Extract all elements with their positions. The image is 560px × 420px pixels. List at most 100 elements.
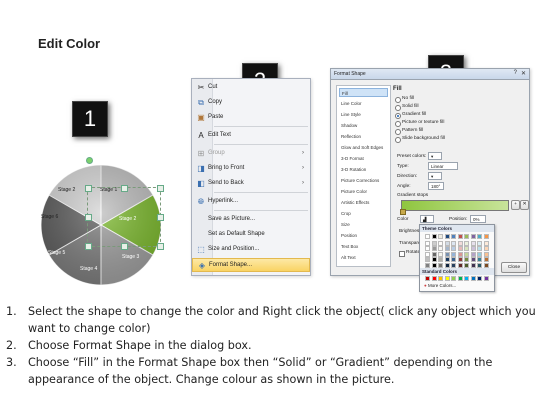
menu-item-hyperlink[interactable]: 🌐︎ Hyperlink... — [192, 195, 310, 209]
theme-color-swatch[interactable] — [425, 257, 430, 262]
resize-handle[interactable] — [121, 243, 128, 250]
theme-color-swatch[interactable] — [470, 257, 476, 262]
theme-color-swatch[interactable] — [470, 262, 476, 268]
menu-item-group[interactable]: ⊞ Group › — [192, 147, 310, 161]
type-dropdown[interactable]: Linear — [428, 162, 458, 170]
menu-item-bring-to-front[interactable]: ◨ Bring to Front › — [192, 162, 310, 176]
standard-color-swatch[interactable] — [483, 276, 489, 281]
resize-handle[interactable] — [85, 214, 92, 221]
category-line-style[interactable]: Line Style — [339, 110, 388, 119]
theme-color-swatch[interactable] — [464, 251, 469, 257]
theme-color-swatch[interactable] — [438, 257, 443, 262]
theme-color-swatch[interactable] — [470, 234, 476, 239]
standard-color-swatch[interactable] — [477, 276, 482, 281]
category-size[interactable]: Size — [339, 220, 388, 229]
standard-color-swatch[interactable] — [464, 276, 469, 281]
resize-handle[interactable] — [85, 243, 92, 250]
standard-color-swatch[interactable] — [470, 276, 476, 281]
radio-pattern-fill[interactable] — [395, 129, 401, 135]
rotate-checkbox[interactable] — [399, 251, 405, 257]
theme-color-swatch[interactable] — [444, 251, 450, 257]
theme-color-swatch[interactable] — [457, 262, 463, 268]
theme-color-swatch[interactable] — [444, 262, 450, 268]
standard-color-swatch[interactable] — [451, 276, 456, 281]
theme-color-swatch[interactable] — [483, 251, 489, 257]
theme-color-swatch[interactable] — [477, 251, 482, 257]
close-icon[interactable]: ✕ — [521, 70, 526, 77]
theme-color-swatch[interactable] — [457, 234, 463, 239]
theme-color-swatch[interactable] — [451, 257, 456, 262]
category-line-color[interactable]: Line Color — [339, 99, 388, 108]
theme-color-swatch[interactable] — [425, 234, 430, 239]
gradient-stop-handle[interactable] — [400, 209, 406, 215]
theme-color-swatch[interactable] — [464, 234, 469, 239]
theme-color-swatch[interactable] — [444, 234, 450, 239]
theme-color-swatch[interactable] — [444, 246, 450, 251]
category-text-box[interactable]: Text Box — [339, 242, 388, 251]
category-crop[interactable]: Crop — [339, 209, 388, 218]
preset-colors-dropdown[interactable]: ▾ — [428, 152, 442, 160]
add-stop-button[interactable]: + — [511, 200, 520, 210]
theme-color-swatch[interactable] — [477, 240, 482, 246]
theme-color-swatch[interactable] — [464, 257, 469, 262]
theme-color-swatch[interactable] — [477, 257, 482, 262]
theme-color-swatch[interactable] — [470, 246, 476, 251]
theme-color-swatch[interactable] — [477, 246, 482, 251]
theme-color-swatch[interactable] — [464, 262, 469, 268]
position-field[interactable]: 0% — [470, 215, 486, 223]
theme-color-swatch[interactable] — [425, 240, 430, 246]
gradient-stops-bar[interactable] — [401, 200, 509, 211]
theme-color-swatch[interactable] — [425, 246, 430, 251]
color-picker-button[interactable]: ▟ — [420, 215, 434, 223]
theme-color-swatch[interactable] — [431, 246, 437, 251]
category-alt-text[interactable]: Alt Text — [339, 253, 388, 262]
theme-color-swatch[interactable] — [457, 251, 463, 257]
resize-handle[interactable] — [157, 214, 164, 221]
theme-color-swatch[interactable] — [431, 234, 437, 239]
category-shadow[interactable]: Shadow — [339, 121, 388, 130]
theme-color-swatch[interactable] — [477, 262, 482, 268]
rotate-handle[interactable] — [86, 157, 93, 164]
theme-color-swatch[interactable] — [451, 246, 456, 251]
theme-color-swatch[interactable] — [483, 262, 489, 268]
pie-shape-area[interactable]: Stage 1 Stage 2 Stage 2 Stage 6 Stage 5 … — [38, 152, 168, 292]
category-picture-color[interactable]: Picture Color — [339, 187, 388, 196]
category-reflection[interactable]: Reflection — [339, 132, 388, 141]
radio-picture-or-texture-fill[interactable] — [395, 121, 401, 127]
theme-color-swatch[interactable] — [438, 251, 443, 257]
menu-item-format-shape[interactable]: ◈ Format Shape... — [192, 258, 310, 272]
theme-color-swatch[interactable] — [444, 257, 450, 262]
theme-color-swatch[interactable] — [438, 262, 443, 268]
radio-slide-background-fill[interactable] — [395, 137, 401, 143]
resize-handle[interactable] — [157, 185, 164, 192]
remove-stop-button[interactable]: ✕ — [520, 200, 529, 210]
standard-color-swatch[interactable] — [457, 276, 463, 281]
menu-item-size-position[interactable]: ⬚ Size and Position... — [192, 243, 310, 257]
theme-color-swatch[interactable] — [438, 240, 443, 246]
resize-handle[interactable] — [157, 243, 164, 250]
theme-color-swatch[interactable] — [483, 234, 489, 239]
standard-color-swatch[interactable] — [438, 276, 443, 281]
theme-color-swatch[interactable] — [477, 234, 482, 239]
theme-color-swatch[interactable] — [431, 251, 437, 257]
menu-item-set-default-shape[interactable]: Set as Default Shape — [192, 228, 310, 242]
theme-color-swatch[interactable] — [451, 240, 456, 246]
menu-item-paste[interactable]: ▣ Paste — [192, 111, 310, 125]
theme-color-swatch[interactable] — [444, 240, 450, 246]
theme-color-swatch[interactable] — [457, 257, 463, 262]
theme-color-swatch[interactable] — [451, 251, 456, 257]
category-3-d-rotation[interactable]: 3-D Rotation — [339, 165, 388, 174]
theme-color-swatch[interactable] — [451, 262, 456, 268]
theme-color-swatch[interactable] — [431, 257, 437, 262]
theme-color-swatch[interactable] — [464, 240, 469, 246]
close-button[interactable]: Close — [501, 262, 527, 273]
theme-color-swatch[interactable] — [451, 234, 456, 239]
theme-color-swatch[interactable] — [464, 246, 469, 251]
more-colors-link[interactable]: ● More Colors... — [424, 283, 456, 288]
theme-color-swatch[interactable] — [457, 240, 463, 246]
theme-color-swatch[interactable] — [483, 240, 489, 246]
standard-color-swatch[interactable] — [444, 276, 450, 281]
theme-color-swatch[interactable] — [457, 246, 463, 251]
standard-color-swatch[interactable] — [425, 276, 430, 281]
theme-color-swatch[interactable] — [431, 262, 437, 268]
